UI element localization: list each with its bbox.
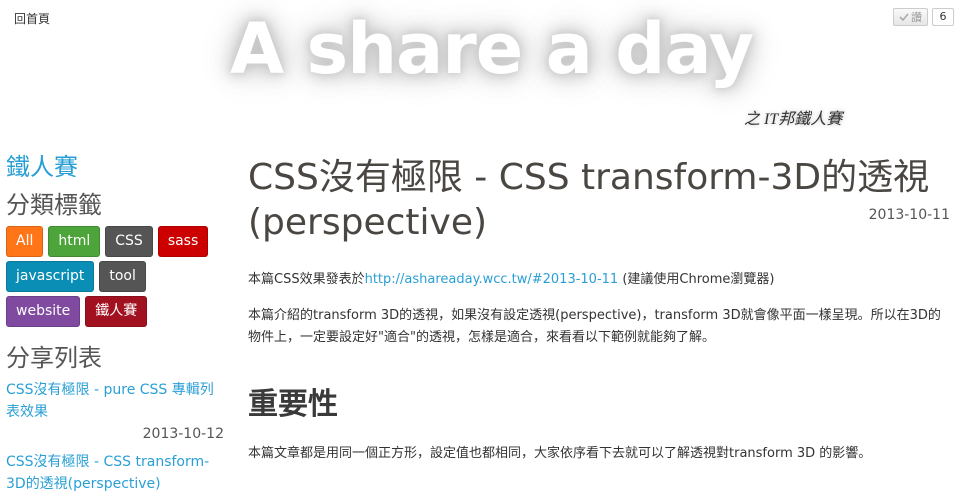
share-item-link[interactable]: CSS沒有極限 - pure CSS 專輯列表效果 — [6, 379, 224, 423]
tag-button[interactable]: tool — [99, 261, 146, 292]
intro-paragraph: 本篇CSS效果發表於http://ashareaday.wcc.tw/#2013… — [248, 269, 952, 291]
share-list-item: CSS沒有極限 - pure CSS 專輯列表效果 2013-10-12 — [6, 379, 224, 445]
section-heading-importance: 重要性 — [248, 387, 338, 422]
share-list-item: CSS沒有極限 - CSS transform-3D的透視(perspectiv… — [6, 451, 224, 495]
article-title: CSS沒有極限 - CSS transform-3D的透視(perspectiv… — [248, 157, 930, 243]
tags-heading: 分類標籤 — [6, 191, 102, 219]
site-subtitle: 之 IT邦鐵人賽 — [744, 111, 843, 128]
like-widget: 讚 6 — [893, 8, 954, 26]
tag-button[interactable]: CSS — [105, 226, 153, 257]
intro-prefix: 本篇CSS效果發表於 — [248, 272, 365, 287]
intro-suffix: (建議使用Chrome瀏覽器) — [618, 272, 775, 287]
home-link[interactable]: 回首頁 — [14, 10, 50, 27]
article: CSS沒有極限 - CSS transform-3D的透視(perspectiv… — [248, 155, 952, 465]
site-title: A share a day — [230, 8, 754, 90]
contest-link[interactable]: 鐵人賽 — [6, 152, 224, 182]
tag-button[interactable]: website — [6, 296, 81, 327]
demo-link[interactable]: http://ashareaday.wcc.tw/#2013-10-11 — [365, 272, 619, 287]
share-item-date: 2013-10-12 — [142, 426, 224, 442]
article-paragraph: 本篇介紹的transform 3D的透視，如果沒有設定透視(perspectiv… — [248, 308, 941, 345]
tag-button[interactable]: 鐵人賽 — [85, 296, 148, 327]
share-list-heading: 分享列表 — [6, 344, 102, 372]
check-icon — [899, 13, 909, 22]
share-item-link[interactable]: CSS沒有極限 - CSS transform-3D的透視(perspectiv… — [6, 451, 224, 495]
sidebar: 鐵人賽 分類標籤 All html CSS sass javascript tool web… — [6, 152, 224, 501]
section-paragraph: 本篇文章都是用同一個正方形，設定值也都相同，大家依序看下去就可以了解透視對tra… — [248, 446, 872, 461]
like-button[interactable]: 讚 — [893, 8, 928, 26]
like-count: 6 — [932, 8, 954, 26]
tag-list: All html CSS sass javascript tool website 鐵人賽 — [6, 226, 221, 327]
tag-button[interactable]: html — [48, 226, 101, 257]
tag-button[interactable]: sass — [157, 226, 209, 257]
tag-button[interactable]: All — [6, 226, 44, 257]
article-date: 2013-10-11 — [868, 207, 950, 223]
tag-button[interactable]: javascript — [6, 261, 95, 292]
share-list: CSS沒有極限 - pure CSS 專輯列表效果 2013-10-12 CSS沒有… — [6, 379, 224, 495]
like-button-label: 讚 — [911, 11, 922, 24]
